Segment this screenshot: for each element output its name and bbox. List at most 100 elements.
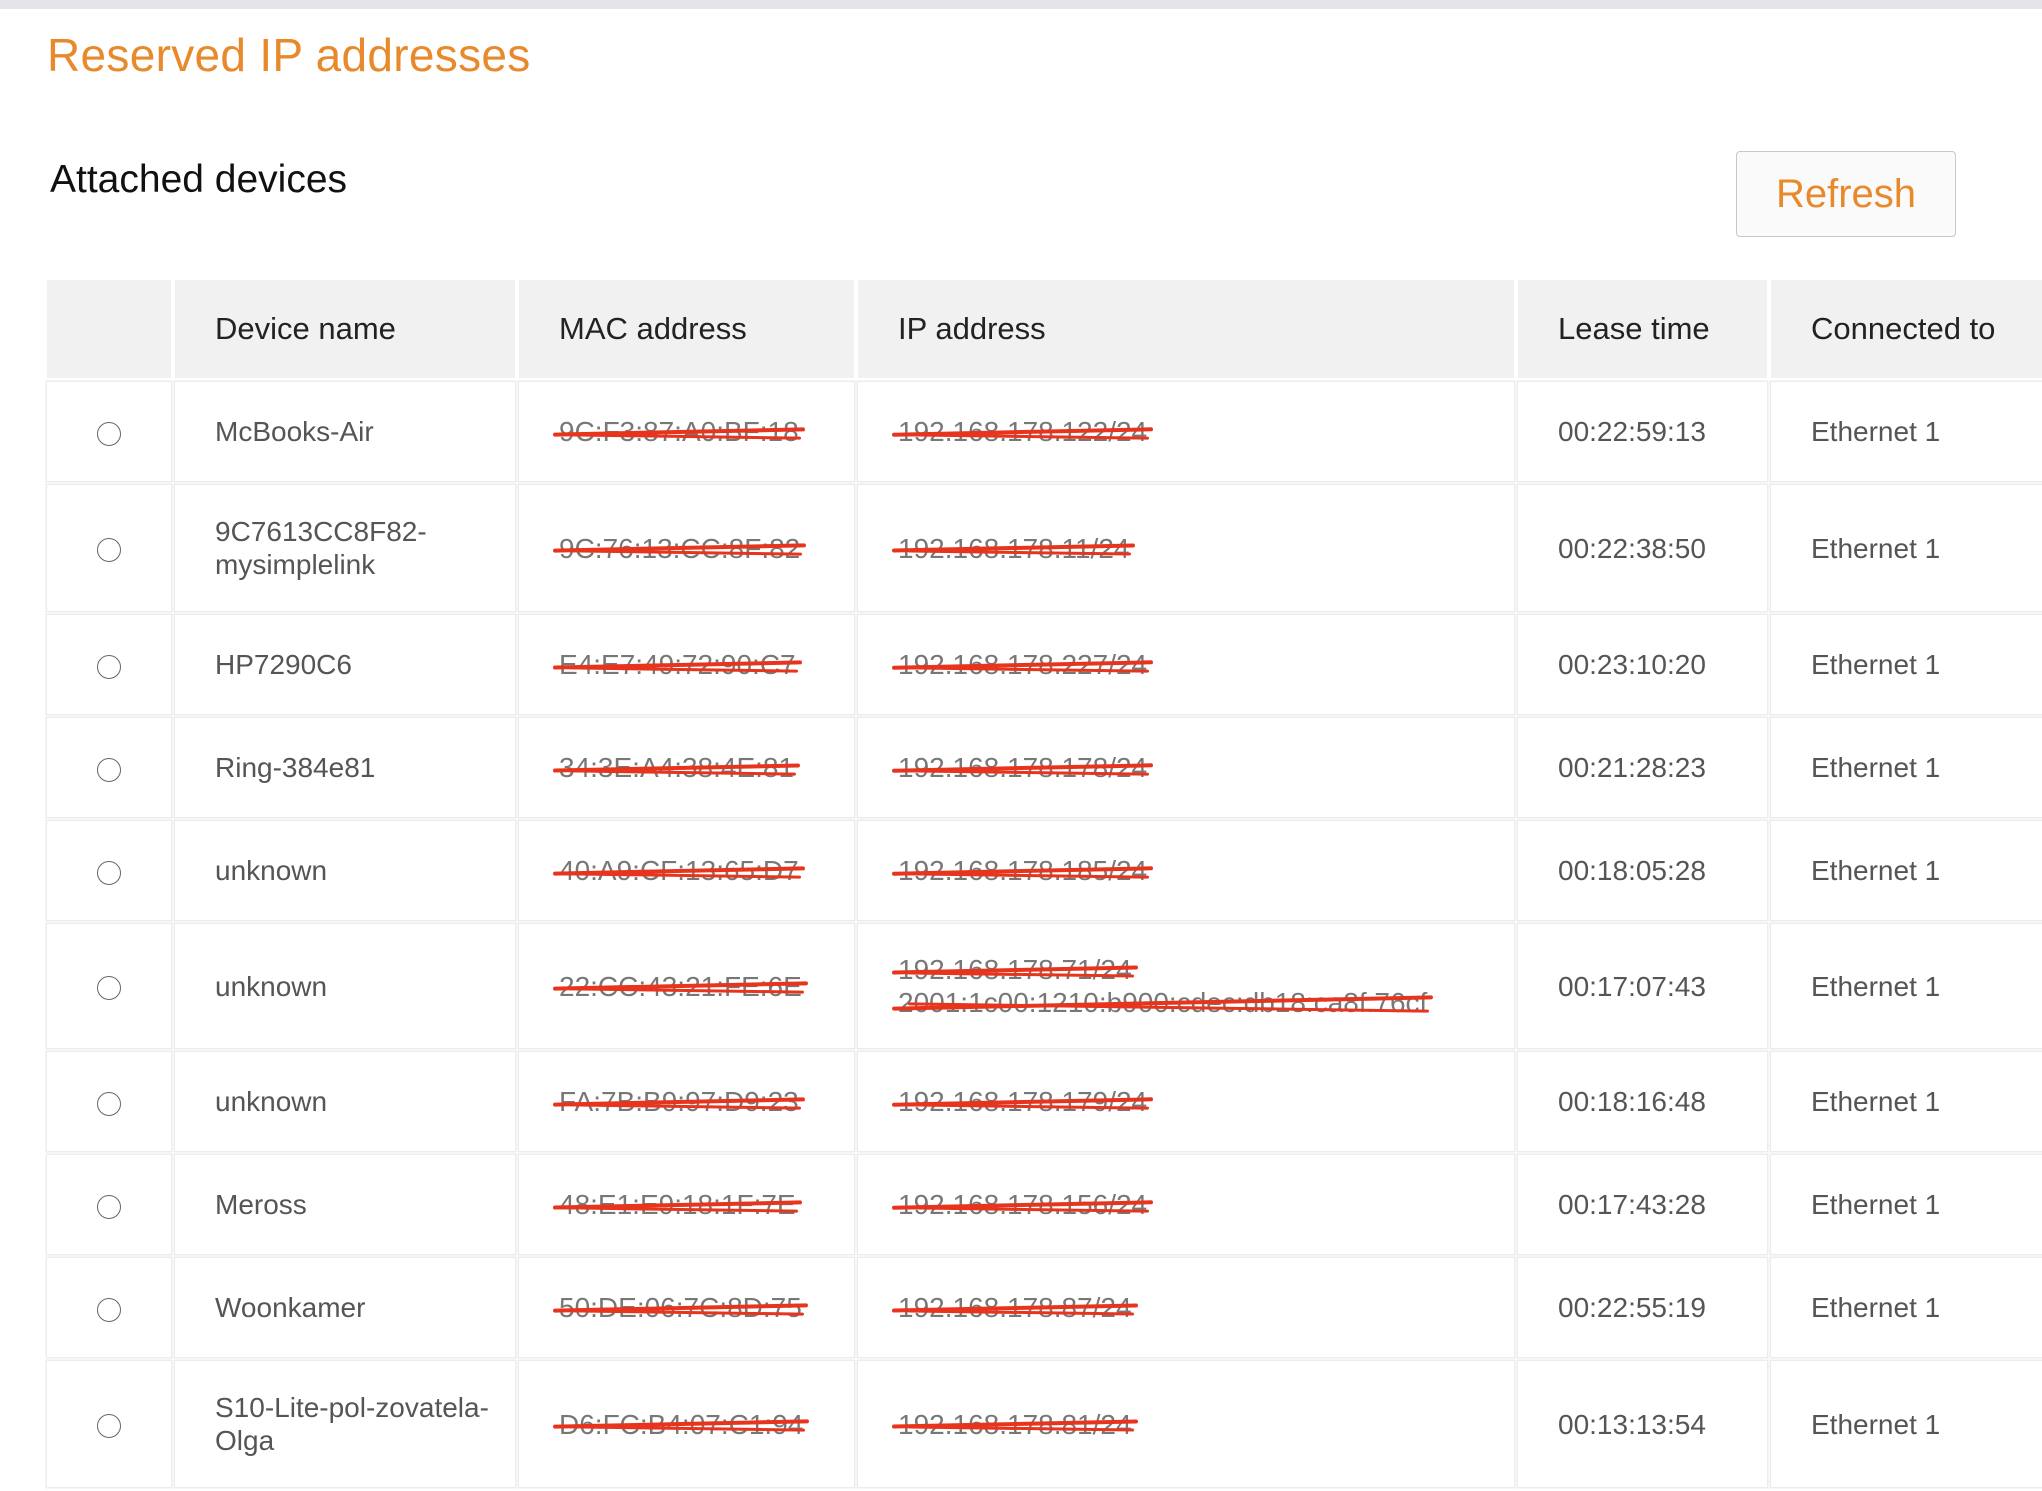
connected-to-cell: Ethernet 1 [1771, 485, 2042, 611]
redacted-mac: FA:7B:B9:97:D9:23 [559, 1086, 799, 1117]
lease-time-cell: 00:22:59:13 [1518, 382, 1767, 481]
ip-address-cell: 192.168.178.11/24 [858, 485, 1514, 611]
mac-address-cell: 50:DE:06:7C:8D:75 [519, 1258, 854, 1357]
redacted-ip: 192.168.178.185/24 [898, 855, 1148, 886]
column-header-connected-to[interactable]: Connected to [1771, 280, 2042, 378]
table-row[interactable]: unknown 40:A9:CF:13:65:D7 192.168.178.18… [47, 821, 2042, 920]
table-row[interactable]: 9C7613CC8F82-mysimplelink 9C:76:13:CC:8F… [47, 485, 2042, 611]
select-cell [47, 924, 171, 1048]
table-row[interactable]: Woonkamer 50:DE:06:7C:8D:75 192.168.178.… [47, 1258, 2042, 1357]
connected-to-cell: Ethernet 1 [1771, 1052, 2042, 1151]
column-header-mac-address[interactable]: MAC address [519, 280, 854, 378]
row-radio-button[interactable] [97, 860, 121, 885]
lease-time-cell: 00:23:10:20 [1518, 615, 1767, 714]
row-radio-button[interactable] [97, 421, 121, 446]
redacted-mac: 48:E1:E9:18:1F:7E [559, 1189, 796, 1220]
lease-time-cell: 00:22:55:19 [1518, 1258, 1767, 1357]
select-cell [47, 485, 171, 611]
mac-address-cell: 9C:F3:87:A0:BF:18 [519, 382, 854, 481]
table-row[interactable]: Ring-384e81 34:3E:A4:38:4E:81 192.168.17… [47, 718, 2042, 817]
lease-time-cell: 00:18:05:28 [1518, 821, 1767, 920]
lease-time-cell: 00:22:38:50 [1518, 485, 1767, 611]
lease-time-cell: 00:21:28:23 [1518, 718, 1767, 817]
redacted-mac: 40:A9:CF:13:65:D7 [559, 855, 799, 886]
ip-address-cell: 192.168.178.81/24 [858, 1361, 1514, 1487]
mac-address-cell: 22:CC:43:21:FE:6E [519, 924, 854, 1048]
ip-address-cell: 192.168.178.179/24 [858, 1052, 1514, 1151]
redacted-mac: D6:FC:B4:07:C1:94 [559, 1408, 804, 1440]
redacted-ip: 192.168.178.122/24 [898, 416, 1148, 447]
lease-time-cell: 00:13:13:54 [1518, 1361, 1767, 1487]
mac-address-cell: 9C:76:13:CC:8F:82 [519, 485, 854, 611]
device-name-cell: unknown [175, 821, 515, 920]
mac-address-cell: 48:E1:E9:18:1F:7E [519, 1155, 854, 1254]
device-name-cell: HP7290C6 [175, 615, 515, 714]
redacted-ipv6: 2001:1c00:1210:b900:cdec:db18:ca8f:76cf [898, 987, 1428, 1018]
select-cell [47, 1361, 171, 1487]
connected-to-cell: Ethernet 1 [1771, 1361, 2042, 1487]
redacted-ip: 192.168.178.156/24 [898, 1189, 1148, 1220]
device-name-cell: Meross [175, 1155, 515, 1254]
redacted-ip: 192.168.178.71/24 [898, 954, 1132, 985]
redacted-ip: 192.168.178.81/24 [898, 1408, 1132, 1440]
column-header-select [47, 280, 171, 378]
redacted-mac: 50:DE:06:7C:8D:75 [559, 1292, 802, 1323]
device-name-cell: unknown [175, 1052, 515, 1151]
redacted-mac: 9C:76:13:CC:8F:82 [559, 532, 801, 564]
mac-address-cell: D6:FC:B4:07:C1:94 [519, 1361, 854, 1487]
row-radio-button[interactable] [97, 538, 121, 563]
ip-address-cell: 192.168.178.87/24 [858, 1258, 1514, 1357]
lease-time-cell: 00:18:16:48 [1518, 1052, 1767, 1151]
ip-address-cell: 192.168.178.156/24 [858, 1155, 1514, 1254]
column-header-ip-address[interactable]: IP address [858, 280, 1514, 378]
mac-address-cell: FA:7B:B9:97:D9:23 [519, 1052, 854, 1151]
table-row[interactable]: S10-Lite-pol-zovatela-Olga D6:FC:B4:07:C… [47, 1361, 2042, 1487]
ip-address-cell: 192.168.178.71/24 2001:1c00:1210:b900:cd… [858, 924, 1514, 1048]
select-cell [47, 615, 171, 714]
redacted-ip: 192.168.178.11/24 [898, 532, 1130, 564]
redacted-ip: 192.168.178.179/24 [898, 1086, 1148, 1117]
row-radio-button[interactable] [97, 976, 121, 1001]
table-row[interactable]: unknown FA:7B:B9:97:D9:23 192.168.178.17… [47, 1052, 2042, 1151]
device-name-cell: Woonkamer [175, 1258, 515, 1357]
redacted-mac: E4:E7:49:72:90:C7 [559, 649, 796, 680]
device-name-cell: 9C7613CC8F82-mysimplelink [175, 485, 515, 611]
row-radio-button[interactable] [97, 757, 121, 782]
connected-to-cell: Ethernet 1 [1771, 615, 2042, 714]
select-cell [47, 718, 171, 817]
table-row[interactable]: Meross 48:E1:E9:18:1F:7E 192.168.178.156… [47, 1155, 2042, 1254]
select-cell [47, 1258, 171, 1357]
row-radio-button[interactable] [97, 1414, 121, 1439]
column-header-lease-time[interactable]: Lease time [1518, 280, 1767, 378]
connected-to-cell: Ethernet 1 [1771, 924, 2042, 1048]
top-bar [0, 0, 2042, 9]
connected-to-cell: Ethernet 1 [1771, 1155, 2042, 1254]
column-header-device-name[interactable]: Device name [175, 280, 515, 378]
device-name-cell: McBooks-Air [175, 382, 515, 481]
row-radio-button[interactable] [97, 1194, 121, 1219]
table-row[interactable]: HP7290C6 E4:E7:49:72:90:C7 192.168.178.2… [47, 615, 2042, 714]
table-row[interactable]: unknown 22:CC:43:21:FE:6E 192.168.178.71… [47, 924, 2042, 1048]
ip-address-cell: 192.168.178.178/24 [858, 718, 1514, 817]
row-radio-button[interactable] [97, 1091, 121, 1116]
connected-to-cell: Ethernet 1 [1771, 718, 2042, 817]
mac-address-cell: E4:E7:49:72:90:C7 [519, 615, 854, 714]
select-cell [47, 821, 171, 920]
redacted-ip: 192.168.178.227/24 [898, 649, 1148, 680]
refresh-button[interactable]: Refresh [1736, 151, 1956, 237]
redacted-ip: 192.168.178.178/24 [898, 752, 1148, 783]
redacted-ip: 192.168.178.87/24 [898, 1292, 1132, 1323]
ip-address-cell: 192.168.178.122/24 [858, 382, 1514, 481]
lease-time-cell: 00:17:43:28 [1518, 1155, 1767, 1254]
mac-address-cell: 34:3E:A4:38:4E:81 [519, 718, 854, 817]
connected-to-cell: Ethernet 1 [1771, 382, 2042, 481]
row-radio-button[interactable] [97, 654, 121, 679]
ip-address-cell: 192.168.178.185/24 [858, 821, 1514, 920]
row-radio-button[interactable] [97, 1297, 121, 1322]
table-row[interactable]: McBooks-Air 9C:F3:87:A0:BF:18 192.168.17… [47, 382, 2042, 481]
device-name-cell: Ring-384e81 [175, 718, 515, 817]
select-cell [47, 1155, 171, 1254]
connected-to-cell: Ethernet 1 [1771, 821, 2042, 920]
mac-address-cell: 40:A9:CF:13:65:D7 [519, 821, 854, 920]
page-title: Reserved IP addresses [47, 29, 531, 81]
